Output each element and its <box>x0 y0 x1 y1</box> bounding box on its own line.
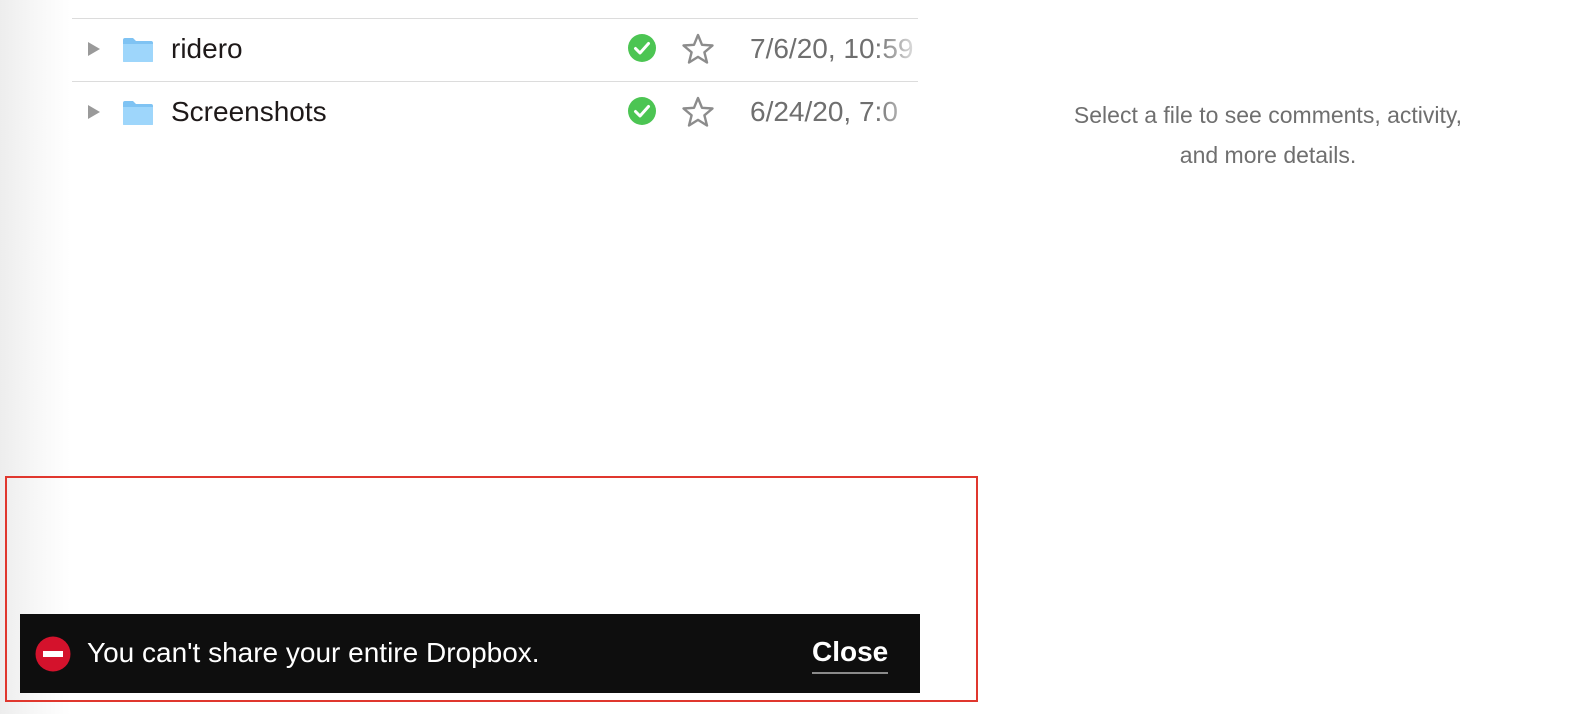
folder-icon <box>123 101 153 125</box>
file-name[interactable]: ridero <box>171 32 243 66</box>
snackbar-message: You can't share your entire Dropbox. <box>87 637 540 668</box>
star-icon[interactable] <box>681 32 715 66</box>
modified-date: 6/24/20, 7:0 <box>750 96 898 127</box>
error-minus-icon <box>35 636 71 672</box>
synced-check-icon <box>628 97 656 125</box>
details-panel-hint: Select a file to see comments, activity,… <box>1030 95 1506 175</box>
error-snackbar: You can't share your entire Dropbox. Clo… <box>20 614 920 693</box>
modified-date: 7/6/20, 10:59 <box>750 33 914 64</box>
expand-arrow-icon[interactable] <box>88 105 100 119</box>
details-hint-line-1: Select a file to see comments, activity, <box>1073 102 1463 128</box>
details-hint-line-2: and more details. <box>1179 142 1357 168</box>
file-list: ridero 7/6/20, 10:59 Screenshots 6/24/20… <box>72 0 918 150</box>
star-icon[interactable] <box>681 95 715 129</box>
folder-icon <box>123 38 153 62</box>
close-button[interactable]: Close <box>812 634 889 674</box>
synced-check-icon <box>628 34 656 62</box>
file-row-ridero[interactable]: ridero 7/6/20, 10:59 <box>72 19 918 82</box>
dropbox-page: ridero 7/6/20, 10:59 Screenshots 6/24/20… <box>0 0 1588 714</box>
file-name[interactable]: Screenshots <box>171 95 327 129</box>
file-row-screenshots[interactable]: Screenshots 6/24/20, 7:0 <box>72 82 918 144</box>
expand-arrow-icon[interactable] <box>88 42 100 56</box>
